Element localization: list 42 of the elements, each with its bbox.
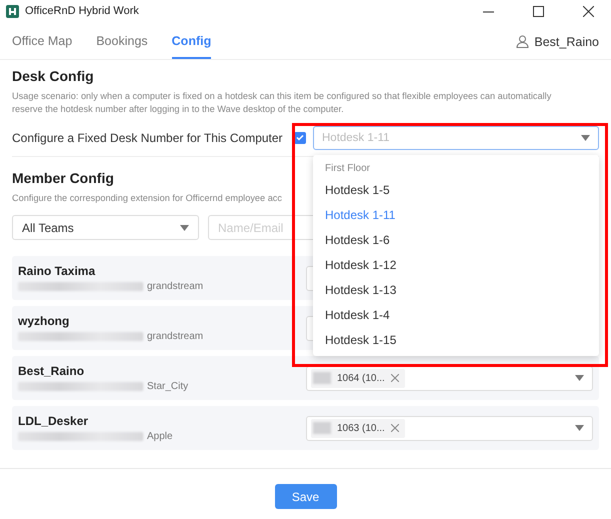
- dropdown-option[interactable]: Hotdesk 1-4: [325, 302, 587, 327]
- member-company: grandstream: [147, 281, 204, 292]
- checkbox[interactable]: [294, 132, 306, 144]
- close-icon[interactable]: [390, 424, 399, 432]
- dropdown-option[interactable]: Hotdesk 1-11: [325, 202, 587, 227]
- close-icon: [582, 6, 594, 16]
- nav-tab[interactable]: Bookings: [96, 24, 148, 59]
- member-name: wyzhong: [18, 314, 70, 328]
- maximize-icon: [532, 6, 544, 16]
- section-description: Usage scenario: only when a computer is fixed on a hotdesk can this item be configured so that flexible employees can automatically reserve the hotdesk number after logging in to the Wave desktop of the computer.: [12, 90, 552, 116]
- caret-icon: [581, 134, 590, 140]
- extension-tag: 1063 (10...: [311, 418, 405, 438]
- window-title: OfficeRnD Hybrid Work: [25, 5, 140, 17]
- close-icon[interactable]: [390, 374, 399, 382]
- section-heading: Desk Config: [12, 68, 95, 84]
- dropdown-option[interactable]: Hotdesk 1-12: [325, 252, 587, 277]
- setting-label: Configure a Fixed Desk Number for This Computer: [12, 130, 284, 144]
- option-group-label: First Floor: [325, 163, 371, 176]
- team-select[interactable]: All Teams: [12, 215, 199, 240]
- dropdown-option[interactable]: Hotdesk 1-5: [325, 177, 587, 202]
- member-name: LDL_Desker: [18, 414, 90, 428]
- caret-icon: [575, 425, 584, 431]
- member-company: Apple: [147, 431, 173, 442]
- dropdown-option[interactable]: Hotdesk 1-6: [325, 227, 587, 252]
- member-name: Raino Taxima: [18, 264, 96, 278]
- nav-tab[interactable]: Office Map: [12, 24, 72, 59]
- member-company: grandstream: [147, 331, 204, 342]
- caret-icon: [180, 224, 189, 230]
- app-logo-icon: [6, 4, 19, 18]
- dropdown-option[interactable]: Hotdesk 1-15: [325, 327, 587, 352]
- user-icon: [516, 35, 530, 48]
- user-name[interactable]: Best_Raino: [534, 34, 599, 48]
- extension-select[interactable]: 1064 (10...: [306, 366, 593, 390]
- dropdown-option[interactable]: Hotdesk 1-13: [325, 277, 587, 302]
- section-description: Configure the corresponding extension for Officernd employee acc: [12, 192, 283, 205]
- member-name: Best_Raino: [18, 364, 86, 378]
- extension-select[interactable]: 1063 (10...: [306, 416, 593, 440]
- section-heading: Member Config: [12, 170, 115, 186]
- member-company: Star_City: [147, 381, 188, 392]
- extension-tag: 1064 (10...: [311, 368, 405, 388]
- nav-tab[interactable]: Config: [172, 24, 212, 59]
- caret-icon: [575, 375, 584, 381]
